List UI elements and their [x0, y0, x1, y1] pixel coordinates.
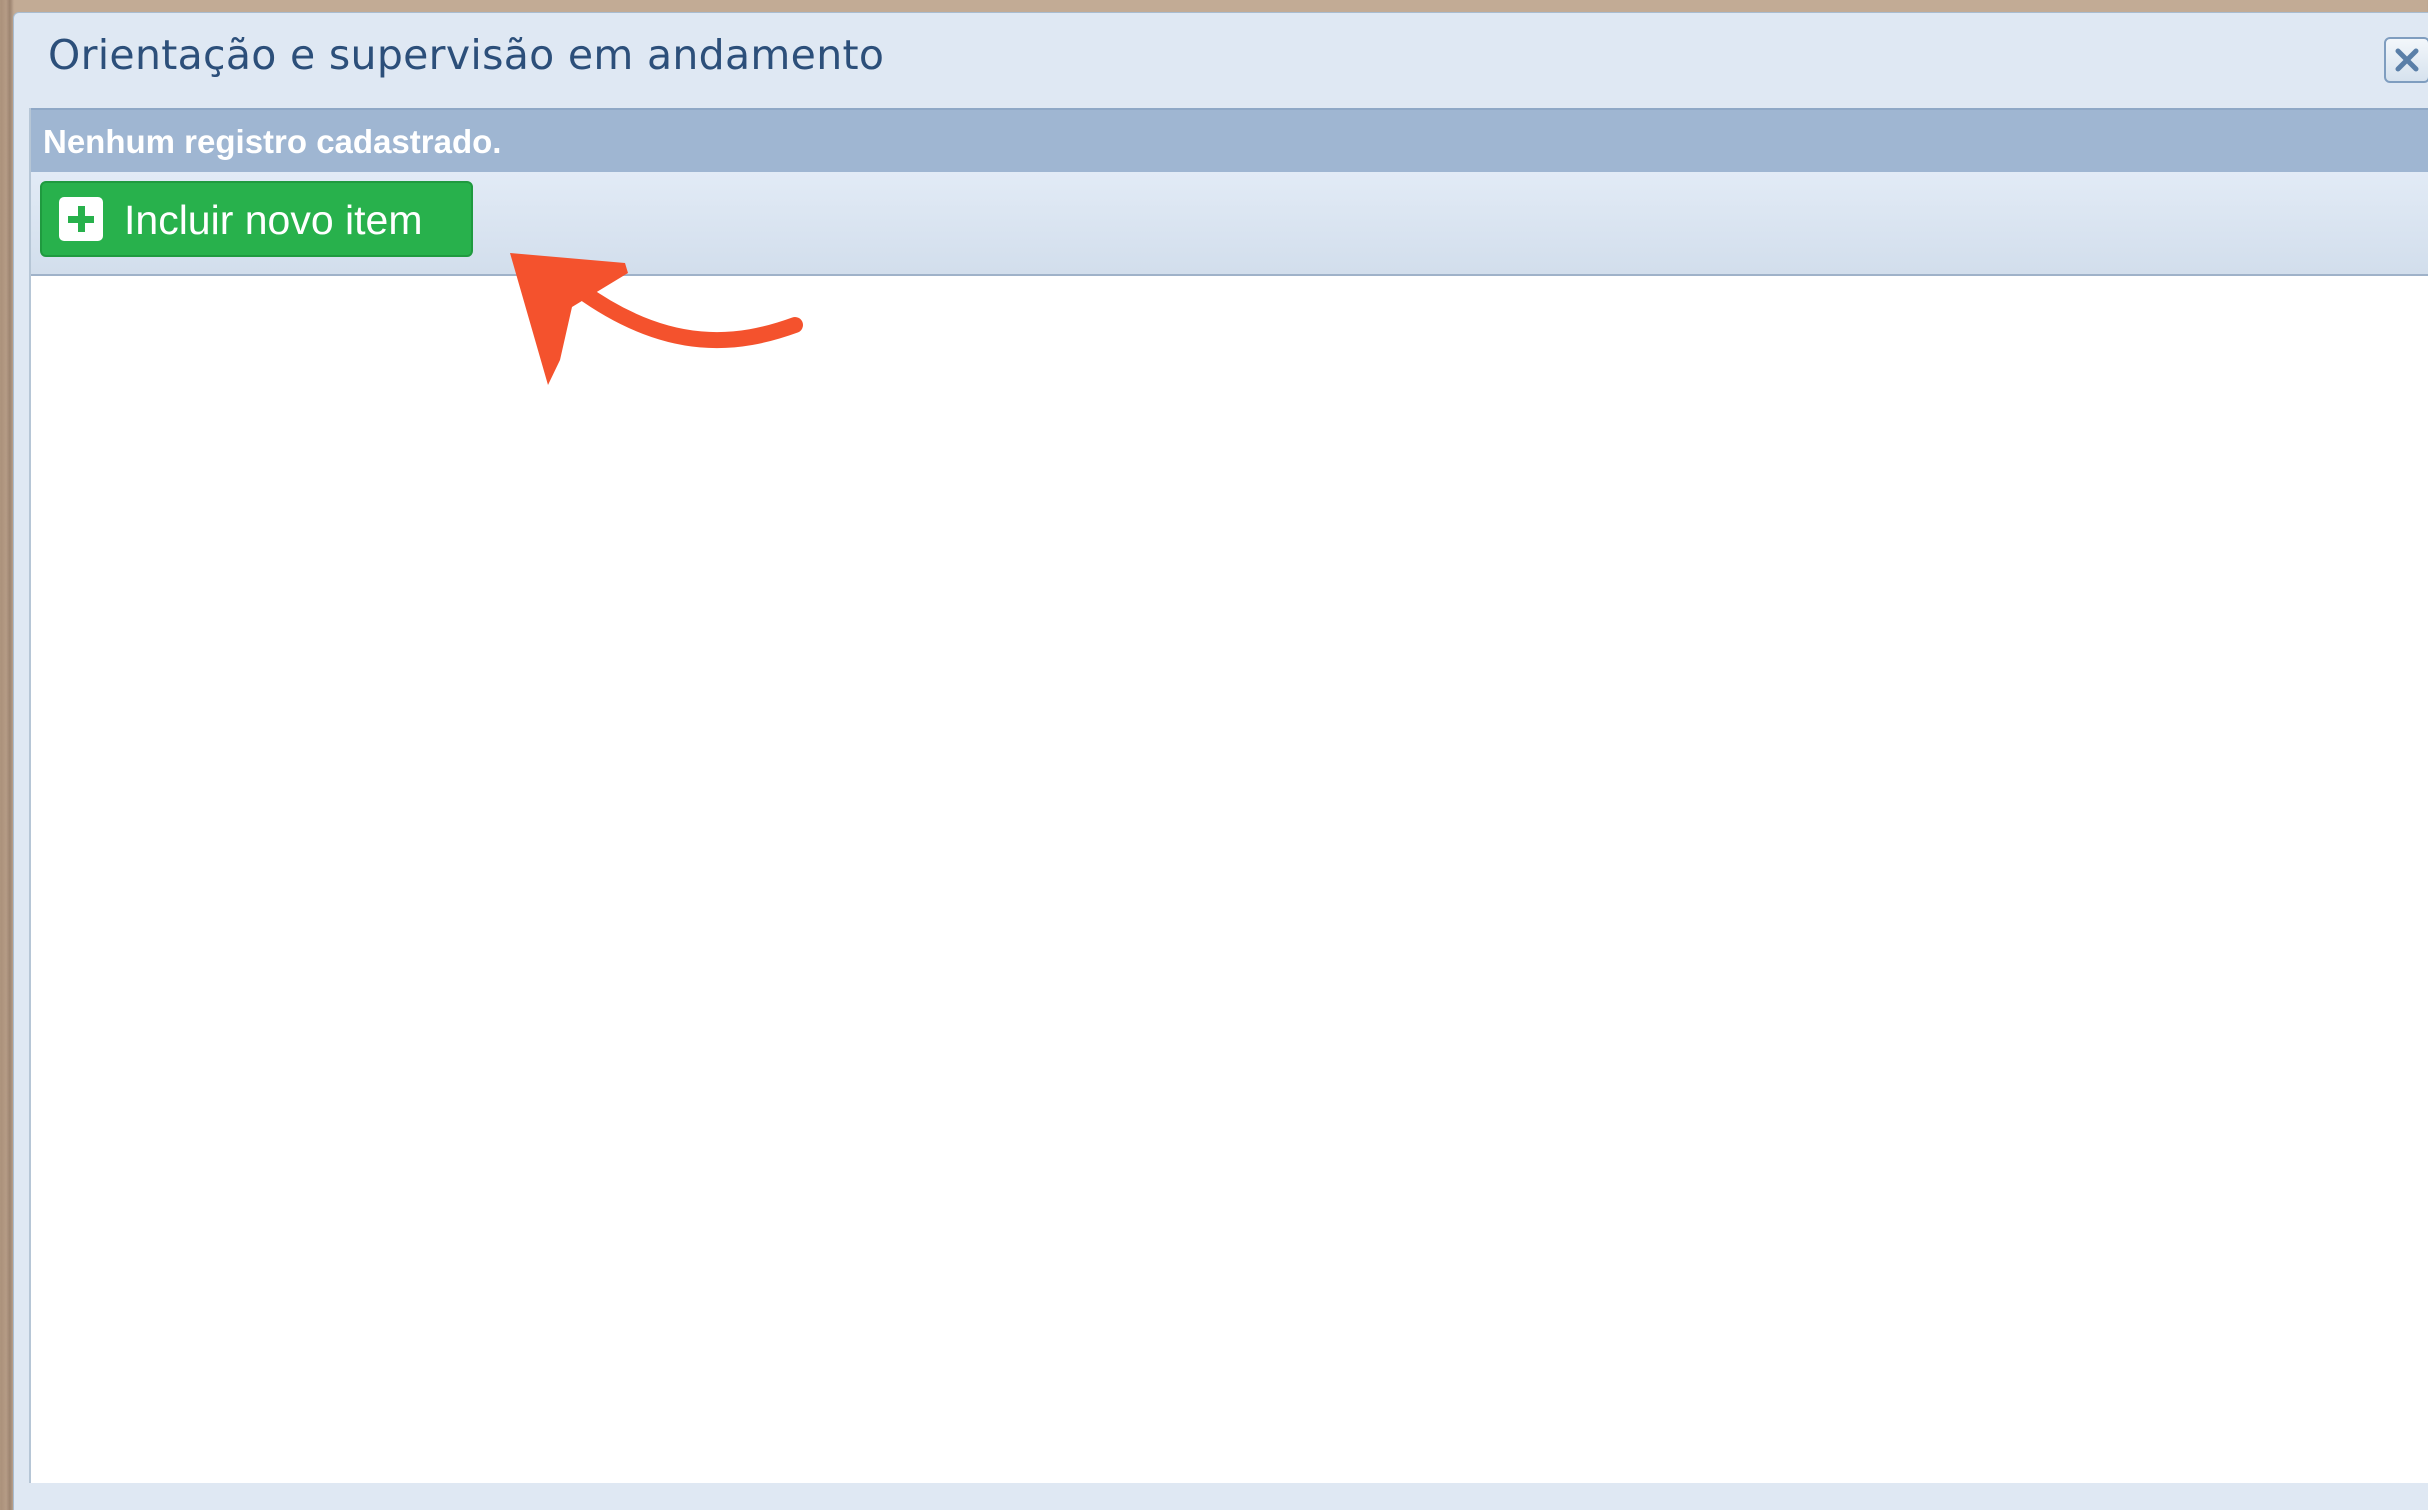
dialog-footer: [14, 1483, 2428, 1510]
plus-icon: [59, 197, 103, 241]
add-new-item-button[interactable]: Incluir novo item: [40, 181, 473, 257]
dialog-window: Orientação e supervisão em andamento Nen…: [13, 12, 2428, 1510]
arrow-annotation-icon: [510, 253, 803, 385]
close-button[interactable]: [2384, 37, 2428, 83]
records-panel: Nenhum registro cadastrado. Incluir novo…: [29, 108, 2428, 1483]
empty-records-bar: Nenhum registro cadastrado.: [31, 108, 2428, 172]
records-content-area: [31, 276, 2428, 1483]
panel-toolbar: Incluir novo item: [31, 172, 2428, 276]
close-icon: [2395, 48, 2419, 72]
dialog-title: Orientação e supervisão em andamento: [48, 31, 885, 79]
dialog-header: Orientação e supervisão em andamento: [14, 13, 2428, 107]
add-new-item-label: Incluir novo item: [124, 197, 423, 243]
empty-records-message: Nenhum registro cadastrado.: [43, 123, 502, 160]
